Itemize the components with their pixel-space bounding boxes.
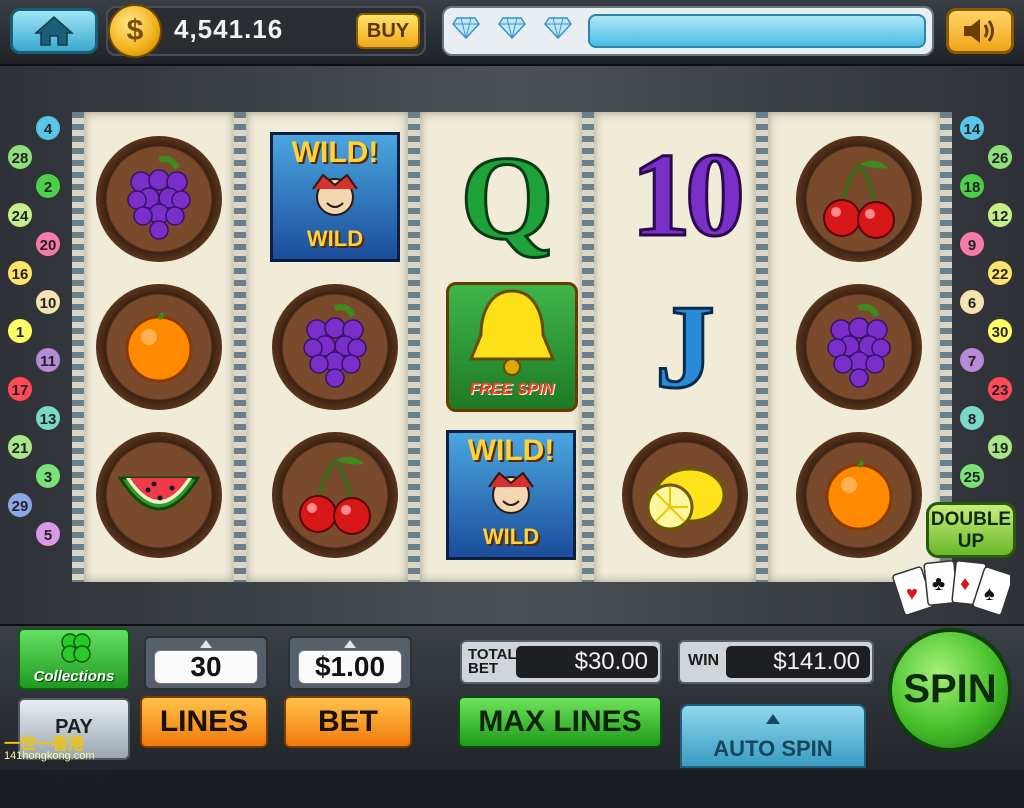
grapes-icon (303, 304, 367, 388)
clover-icon (61, 633, 91, 663)
payline-badge: 13 (34, 404, 62, 432)
playing-cards-icon: ♥ ♣ ♦ ♠ (892, 560, 1010, 616)
symbol-j: J (654, 280, 717, 413)
payline-badge: 19 (986, 433, 1014, 461)
symbol-wild: WILD! WILD (446, 430, 576, 560)
lines-button[interactable]: LINES (140, 696, 268, 748)
watermelon-icon (117, 476, 201, 511)
payline-badge: 9 (958, 230, 986, 258)
symbol-lemon (622, 432, 748, 558)
svg-text:♥: ♥ (906, 583, 918, 605)
symbol-cherries (272, 432, 398, 558)
payline-badge: 26 (986, 143, 1014, 171)
bet-button[interactable]: BET (284, 696, 412, 748)
payline-badge: 3 (34, 462, 62, 490)
orange-icon (125, 311, 193, 383)
symbol-q: Q (459, 131, 555, 264)
symbol-grapes (96, 136, 222, 262)
win-value: $141.00 (726, 646, 870, 678)
payline-badge: 25 (958, 462, 986, 490)
diamond-icon (544, 17, 572, 39)
payline-badge: 23 (986, 375, 1014, 403)
payline-badge: 7 (958, 346, 986, 374)
total-bet-value: $30.00 (516, 646, 658, 678)
payline-badge: 5 (34, 520, 62, 548)
grapes-icon (127, 156, 191, 240)
grapes-icon (827, 304, 891, 388)
watermark-url: 141hongkong.com (4, 750, 95, 762)
home-icon (34, 15, 74, 46)
payline-badge: 28 (6, 143, 34, 171)
bet-value: $1.00 (298, 650, 402, 684)
buy-button[interactable]: BUY (356, 13, 420, 49)
reel-divider (756, 112, 768, 582)
svg-text:♦: ♦ (960, 573, 970, 595)
payline-badge: 2 (34, 172, 62, 200)
collections-label: Collections (33, 668, 115, 685)
max-lines-button[interactable]: MAX LINES (458, 696, 662, 748)
reel-divider (582, 112, 594, 582)
payline-badge: 14 (958, 114, 986, 142)
arrow-up-icon[interactable] (344, 640, 356, 648)
jester-icon (312, 173, 358, 216)
svg-text:♣: ♣ (932, 573, 945, 595)
xp-progress-bar (588, 14, 926, 48)
win-label: WIN (688, 652, 720, 669)
payline-badge: 21 (6, 433, 34, 461)
total-bet-meter: TOTAL BET $30.00 (460, 640, 662, 684)
arrow-up-icon[interactable] (200, 640, 212, 648)
win-meter: WIN $141.00 (678, 640, 874, 684)
payline-badge: 29 (6, 491, 34, 519)
diamond-icon (498, 17, 526, 39)
payline-badge: 8 (958, 404, 986, 432)
lemon-icon (646, 467, 726, 531)
payline-badge: 12 (986, 201, 1014, 229)
payline-badge: 11 (34, 346, 62, 374)
reel-divider (408, 112, 420, 582)
svg-text:♠: ♠ (984, 583, 995, 605)
payline-badge: 1 (6, 317, 34, 345)
collections-button[interactable]: Collections (18, 628, 130, 690)
spin-button[interactable]: SPIN (888, 628, 1012, 752)
speaker-icon (964, 19, 994, 43)
cherries-icon (823, 160, 895, 239)
symbol-orange (96, 284, 222, 410)
payline-badge: 17 (6, 375, 34, 403)
auto-spin-button[interactable]: AUTO SPIN (680, 704, 866, 768)
bell-icon (468, 289, 556, 376)
symbol-orange (796, 432, 922, 558)
bet-stepper[interactable]: $1.00 (288, 636, 412, 690)
home-button[interactable] (10, 8, 98, 54)
payline-badge: 6 (958, 288, 986, 316)
payline-badge: 20 (34, 230, 62, 258)
payline-badge: 24 (6, 201, 34, 229)
lines-stepper[interactable]: 30 (144, 636, 268, 690)
payline-badge: 30 (986, 317, 1014, 345)
orange-icon (825, 459, 893, 531)
cherries-icon (299, 456, 371, 535)
lines-value: 30 (154, 650, 258, 684)
payline-badge: 10 (34, 288, 62, 316)
payline-badge: 18 (958, 172, 986, 200)
payline-badge: 22 (986, 259, 1014, 287)
sound-button[interactable] (946, 8, 1014, 54)
symbol-grapes (272, 284, 398, 410)
double-up-button[interactable]: DOUBLE UP (926, 502, 1016, 558)
chevron-up-icon (766, 714, 780, 724)
balance-value: 4,541.16 (174, 14, 284, 44)
reel-divider (72, 112, 84, 582)
symbol-grapes (796, 284, 922, 410)
jester-icon (488, 471, 534, 514)
symbol-cherries (796, 136, 922, 262)
symbol-10: 10 (630, 127, 747, 263)
symbol-wild: WILD! WILD (270, 132, 400, 262)
symbol-watermelon (96, 432, 222, 558)
reel-divider (234, 112, 246, 582)
total-bet-label: TOTAL BET (468, 646, 517, 677)
coin-icon: $ (108, 4, 162, 58)
payline-badge: 4 (34, 114, 62, 142)
payline-badge: 16 (6, 259, 34, 287)
diamond-icon (452, 17, 480, 39)
symbol-bell-free-spin: FREE SPIN (446, 282, 578, 412)
